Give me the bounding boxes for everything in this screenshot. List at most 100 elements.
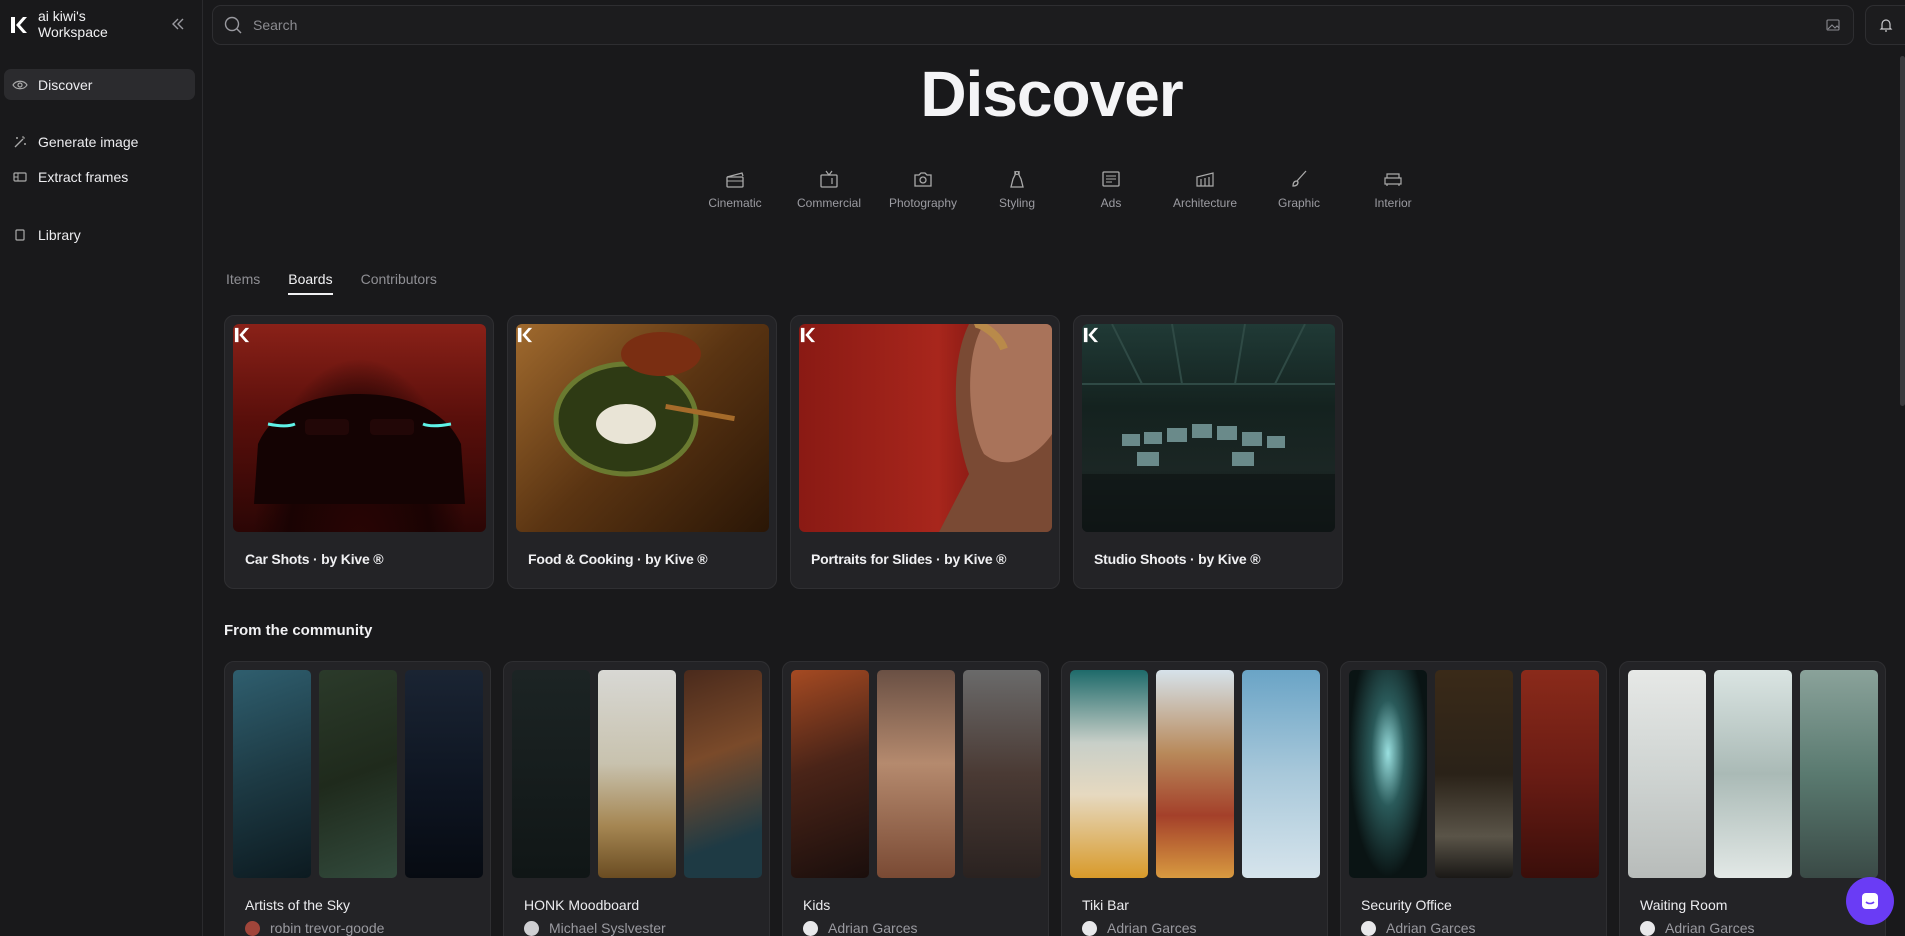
thumbnail xyxy=(1349,670,1427,878)
kive-badge-icon xyxy=(800,327,816,343)
board-card-car-shots[interactable]: Car Shots · by Kive ® xyxy=(224,315,494,589)
board-card-portraits[interactable]: Portraits for Slides · by Kive ® xyxy=(790,315,1060,589)
tab-contributors[interactable]: Contributors xyxy=(361,271,437,295)
thumbnail xyxy=(319,670,397,878)
community-board-card[interactable]: HONK Moodboard Michael Syslvester xyxy=(503,661,770,936)
board-cover-image xyxy=(516,324,769,532)
community-board-title: Artists of the Sky xyxy=(245,897,351,913)
kive-logo-icon xyxy=(11,17,27,33)
author-name: Adrian Garces xyxy=(828,920,918,936)
category-photography[interactable]: Photography xyxy=(876,168,970,210)
brush-icon xyxy=(1292,170,1307,187)
community-board-card[interactable]: Kids Adrian Garces xyxy=(782,661,1049,936)
category-label: Interior xyxy=(1374,196,1412,210)
board-author[interactable]: Adrian Garces xyxy=(1640,920,1754,936)
category-architecture[interactable]: Architecture xyxy=(1158,168,1252,210)
kive-badge-icon xyxy=(517,327,533,343)
board-thumbnails xyxy=(512,670,762,878)
board-cover-image xyxy=(1082,324,1335,532)
thumbnail xyxy=(512,670,590,878)
community-board-card[interactable]: Artists of the Sky robin trevor-goode xyxy=(224,661,491,936)
nav-item-label: Generate image xyxy=(38,133,139,150)
avatar xyxy=(803,920,818,936)
board-author[interactable]: Michael Syslvester xyxy=(524,920,666,936)
tab-boards[interactable]: Boards xyxy=(288,271,333,295)
thumbnail xyxy=(1628,670,1706,878)
dress-icon xyxy=(1010,171,1024,188)
category-interior[interactable]: Interior xyxy=(1346,168,1440,210)
camera-icon xyxy=(914,172,932,187)
community-board-title: Kids xyxy=(803,897,831,913)
community-heading: From the community xyxy=(224,622,373,639)
category-label: Ads xyxy=(1100,196,1122,210)
category-label: Architecture xyxy=(1172,196,1238,210)
clapperboard-icon xyxy=(726,172,744,188)
thumbnail xyxy=(1521,670,1599,878)
board-thumbnails xyxy=(791,670,1041,878)
thumbnail xyxy=(963,670,1041,878)
board-card-studio-shoots[interactable]: Studio Shoots · by Kive ® xyxy=(1073,315,1343,589)
thumbnail xyxy=(1242,670,1320,878)
board-thumbnails xyxy=(1628,670,1878,878)
avatar xyxy=(1640,920,1655,936)
community-board-card[interactable]: Tiki Bar Adrian Garces xyxy=(1061,661,1328,936)
thumbnail xyxy=(1714,670,1792,878)
board-thumbnails xyxy=(233,670,483,878)
board-author[interactable]: robin trevor-goode xyxy=(245,920,384,936)
board-title: Car Shots · by Kive ® xyxy=(245,551,384,567)
community-board-title: Waiting Room xyxy=(1640,897,1728,913)
community-board-title: Tiki Bar xyxy=(1082,897,1129,913)
thumbnail xyxy=(684,670,762,878)
nav-item-label: Library xyxy=(38,226,81,243)
nav-item-label: Discover xyxy=(38,76,93,93)
newspaper-icon xyxy=(1102,171,1120,187)
board-author[interactable]: Adrian Garces xyxy=(1082,920,1196,936)
thumbnail xyxy=(1800,670,1878,878)
thumbnail xyxy=(598,670,676,878)
author-name: Michael Syslvester xyxy=(549,920,666,936)
category-commercial[interactable]: Commercial xyxy=(782,168,876,210)
board-title: Portraits for Slides · by Kive ® xyxy=(811,551,1007,567)
thumbnail xyxy=(1070,670,1148,878)
content-tabs: Items Boards Contributors xyxy=(226,271,465,295)
nav-item-extract-frames[interactable]: Extract frames xyxy=(4,161,195,192)
sofa-icon xyxy=(1384,173,1402,186)
board-author[interactable]: Adrian Garces xyxy=(1361,920,1475,936)
thumbnail xyxy=(233,670,311,878)
board-title: Studio Shoots · by Kive ® xyxy=(1094,551,1261,567)
search-bar xyxy=(212,5,1854,45)
nav-item-discover[interactable]: Discover xyxy=(4,69,195,100)
category-styling[interactable]: Styling xyxy=(970,168,1064,210)
collapse-sidebar-icon[interactable] xyxy=(170,16,186,32)
portrait-face xyxy=(939,324,1052,532)
category-ads[interactable]: Ads xyxy=(1064,168,1158,210)
board-cover-image xyxy=(233,324,486,532)
thumbnail xyxy=(1435,670,1513,878)
workspace-name: ai kiwi's Workspace xyxy=(38,8,108,40)
community-board-card[interactable]: Security Office Adrian Garces xyxy=(1340,661,1607,936)
tab-items[interactable]: Items xyxy=(226,271,260,295)
image-search-icon[interactable] xyxy=(1825,17,1841,33)
community-board-title: HONK Moodboard xyxy=(524,897,640,913)
board-thumbnails xyxy=(1349,670,1599,878)
category-label: Graphic xyxy=(1277,196,1321,210)
avatar xyxy=(1082,920,1097,936)
nav-item-library[interactable]: Library xyxy=(4,219,195,250)
tv-icon xyxy=(820,170,838,188)
nav-item-label: Extract frames xyxy=(38,168,129,185)
building-icon xyxy=(1196,172,1214,187)
notifications-button[interactable] xyxy=(1865,5,1905,45)
page-scrollbar[interactable] xyxy=(1900,56,1905,406)
board-card-food-cooking[interactable]: Food & Cooking · by Kive ® xyxy=(507,315,777,589)
category-graphic[interactable]: Graphic xyxy=(1252,168,1346,210)
chat-icon xyxy=(1862,893,1878,909)
workspace-switcher[interactable]: ai kiwi's Workspace xyxy=(10,8,158,40)
board-thumbnails xyxy=(1070,670,1320,878)
board-author[interactable]: Adrian Garces xyxy=(803,920,917,936)
nav-item-generate-image[interactable]: Generate image xyxy=(4,126,195,157)
search-input[interactable] xyxy=(253,17,1825,33)
bell-icon xyxy=(1879,19,1892,32)
category-cinematic[interactable]: Cinematic xyxy=(688,168,782,210)
support-chat-button[interactable] xyxy=(1846,877,1894,925)
avatar xyxy=(524,920,539,936)
